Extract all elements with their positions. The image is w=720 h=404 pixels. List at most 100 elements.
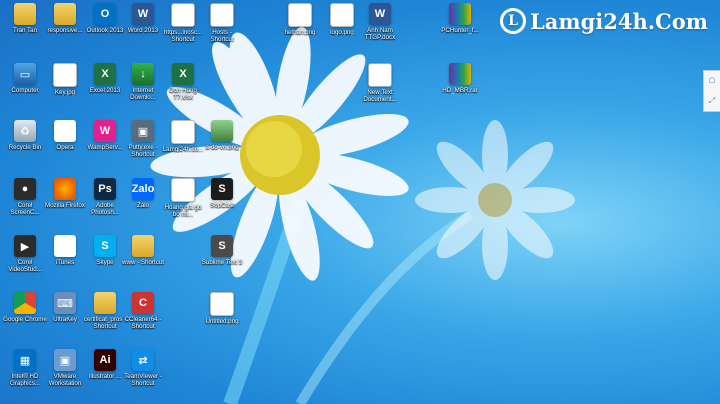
desktop-icon[interactable]: Tran Tan (5, 3, 45, 57)
desktop-icon[interactable]: ↓ Internet Downlo... (123, 63, 163, 117)
desktop-icon-label: Intel® HD Graphics... (10, 373, 40, 387)
desktop-icon[interactable]: W Word 2013 (123, 3, 163, 57)
sopcast-icon: S (211, 178, 233, 200)
desktop-icon[interactable]: logo.png (322, 3, 362, 57)
desktop-icon[interactable]: S Skype (85, 235, 125, 289)
desktop-icon[interactable]: ⇄ TeamViewer - Shortcut (123, 349, 163, 403)
desktop-icon[interactable]: Lamgi24h.co... (163, 120, 203, 174)
desktop-icon[interactable]: O Outlook 2013 (85, 3, 125, 57)
desktop-icon[interactable]: https...inosc... Shortcut (163, 3, 203, 57)
desktop-icon-label: hethan.png (284, 29, 316, 36)
lamgi24h-logo-icon: L (500, 8, 526, 34)
teamviewer-icon: ⇄ (132, 349, 154, 371)
desktop-icon[interactable]: PCHunter_f... (440, 3, 480, 57)
outlook-icon: O (94, 3, 116, 25)
desktop-icon[interactable]: hethan.png (280, 3, 320, 57)
desktop-icon[interactable]: certificat_pros - Shortcut (84, 292, 126, 346)
desktop-icon[interactable]: Ai Illustrator ... (85, 349, 125, 403)
putty-icon: ▣ (132, 120, 154, 142)
desktop-icon[interactable]: ● Corel ScreenC... (5, 178, 45, 232)
zalo-icon: Zalo (132, 178, 154, 200)
desktop-icon[interactable]: X Don Hang T7.xlsx (163, 63, 203, 117)
idm-icon: ↓ (132, 63, 154, 85)
teamviewer-side-widget[interactable]: ☖ ⤢ (703, 70, 720, 112)
desktop-icon-label: Computer (11, 87, 39, 94)
desktop-icon[interactable]: Google Chrome (3, 292, 47, 346)
intel-graphics-icon: ▦ (14, 349, 36, 371)
desktop-icon[interactable]: O Opera (45, 120, 85, 174)
desktop-icon[interactable]: a-do-vn.png (202, 120, 242, 174)
desktop-icon-label: Corel VideoStud... (8, 259, 42, 273)
computer-icon: ▭ (14, 63, 36, 85)
watermark: L Lamgi24h.Com (500, 8, 708, 34)
desktop-icon-label: Tran Tan (12, 27, 38, 34)
firefox-icon (54, 178, 76, 200)
desktop-icon[interactable]: ⌨ UltraKey (45, 292, 85, 346)
desktop-icon[interactable]: ▶ Corel VideoStud... (5, 235, 45, 289)
widget-button-1[interactable]: ☖ (708, 77, 715, 85)
desktop-icon[interactable]: Hosts - Shortcut (202, 3, 242, 57)
desktop-icon-label: HD_MBR.rar (442, 87, 478, 94)
corel-icon: ● (14, 178, 36, 200)
photoshop-icon: Ps (94, 178, 116, 200)
desktop-icon[interactable]: HD_MBR.rar (440, 63, 480, 117)
image-file-icon (53, 63, 77, 87)
desktop-icon[interactable]: Zalo Zalo (123, 178, 163, 232)
desktop-icon[interactable]: ♫ iTunes (45, 235, 85, 289)
desktop-icon[interactable]: ▦ Intel® HD Graphics... (5, 349, 45, 403)
shortcut-icon (210, 3, 234, 27)
shortcut-icon (171, 3, 195, 27)
desktop-icon[interactable]: Ps Adobe Photosh... (85, 178, 125, 232)
desktop-icon-label: Don Hang T7.xlsx (169, 87, 197, 101)
winrar-icon (449, 63, 471, 85)
desktop-icon[interactable]: C CCleaner64 - Shortcut (123, 292, 163, 346)
desktop-icon-label: Untitled.png (205, 318, 239, 325)
desktop-icon[interactable]: New Text Document... (360, 63, 400, 117)
desktop-icon[interactable]: W Anh Nam TTGP.docx (360, 3, 400, 57)
text-file-icon (368, 63, 392, 87)
folder-icon (94, 292, 116, 314)
desktop-icon[interactable]: Mozilla Firefox (45, 178, 85, 232)
desktop-icon[interactable]: ▭ Computer (5, 63, 45, 117)
desktop-icon[interactable]: Hoang gia go bo mi... (163, 178, 203, 232)
desktop-icon-label: UltraKey (53, 316, 77, 323)
image-file-icon (171, 178, 195, 202)
desktop-icon-label: Hoang gia go bo mi... (164, 204, 202, 218)
desktop-icon[interactable]: S Sublime Text 3 (202, 235, 242, 289)
chrome-icon (14, 292, 36, 314)
desktop-icon[interactable]: ▣ Putty.exe - Shortcut (123, 120, 163, 174)
image-file-icon (330, 3, 354, 27)
folder-icon (54, 3, 76, 25)
desktop-icon-label: CCleaner64 - Shortcut (124, 316, 162, 330)
desktop-icon[interactable]: ♻ Recycle Bin (5, 120, 45, 174)
desktop-icon-label: Hosts - Shortcut (210, 29, 234, 43)
desktop-icon-label: Key.jpg (54, 89, 76, 96)
desktop-icon-label: a-do-vn.png (205, 144, 239, 151)
watermark-text: Lamgi24h.Com (530, 8, 708, 34)
desktop-icon-label: Word 2013 (127, 27, 159, 34)
desktop-icon-label: VMware Workstation (48, 373, 82, 387)
recycle-bin-icon: ♻ (14, 120, 36, 142)
image-file-icon (288, 3, 312, 27)
desktop-icon[interactable]: S SopCast (202, 178, 242, 232)
desktop-icon[interactable]: www - Shortcut (122, 235, 164, 289)
widget-button-2[interactable]: ⤢ (709, 97, 715, 105)
desktop-icon-label: Mozilla Firefox (45, 202, 85, 209)
desktop-icon[interactable]: X Excel 2013 (85, 63, 125, 117)
desktop-icon-label: Recycle Bin (8, 144, 42, 151)
desktop-icon-label: responsive... (47, 27, 83, 34)
image-file-icon (171, 120, 195, 144)
desktop-icon-label: SopCast (210, 202, 234, 209)
word-doc-icon: W (369, 3, 391, 25)
desktop-icon[interactable]: W WampServ... (85, 120, 125, 174)
desktop-icon-label: Internet Downlo... (130, 87, 156, 101)
skype-icon: S (94, 235, 116, 257)
desktop-icon[interactable]: ▣ VMware Workstation (45, 349, 85, 403)
desktop-icon[interactable]: Key.jpg (45, 63, 85, 117)
itunes-icon: ♫ (54, 235, 76, 257)
desktop-icon[interactable]: Untitled.png (202, 292, 242, 346)
desktop-icon-label: Putty.exe - Shortcut (128, 144, 158, 158)
desktop-icon[interactable]: responsive... (45, 3, 85, 57)
folder-icon (132, 235, 154, 257)
desktop[interactable]: Tran Tan responsive... O Outlook 2013 W Word … (0, 0, 720, 404)
